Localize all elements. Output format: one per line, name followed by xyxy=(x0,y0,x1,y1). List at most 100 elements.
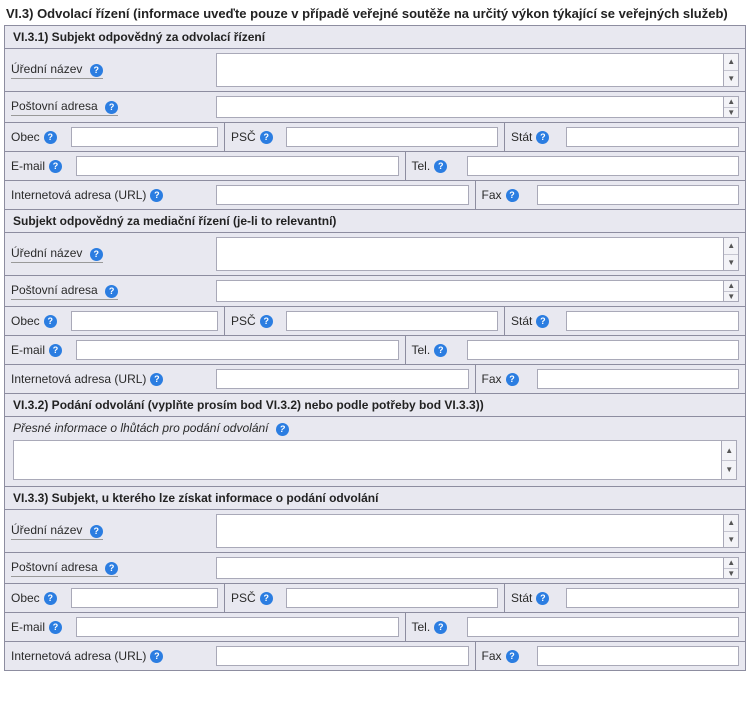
help-icon[interactable]: ? xyxy=(434,621,447,634)
vi31-fax-input[interactable] xyxy=(537,185,740,205)
vi31-email-input[interactable] xyxy=(76,156,399,176)
label-text: Internetová adresa (URL) xyxy=(11,372,146,386)
spinner-up-icon[interactable]: ▲ xyxy=(724,54,738,70)
help-icon[interactable]: ? xyxy=(434,344,447,357)
mediace-psc-label: PSČ ? xyxy=(225,307,280,335)
label-text: Stát xyxy=(511,591,532,605)
vi33-adresa-label: Poštovní adresa ? xyxy=(5,553,210,583)
mediace-stat-input[interactable] xyxy=(566,311,739,331)
spinner-down-icon[interactable]: ▼ xyxy=(722,460,736,479)
help-icon[interactable]: ? xyxy=(434,160,447,173)
vi31-stat-label: Stát ? xyxy=(505,123,560,151)
spinner-up-icon[interactable]: ▲ xyxy=(724,97,738,107)
vi31-tel-label: Tel. ? xyxy=(406,152,461,180)
vi31-tel-input-cell xyxy=(461,152,746,180)
spinner-down-icon[interactable]: ▼ xyxy=(724,254,738,270)
help-icon[interactable]: ? xyxy=(90,64,103,77)
vi33-nazev-input-cell: ▲ ▼ xyxy=(210,510,745,552)
help-icon[interactable]: ? xyxy=(260,592,273,605)
spinner-down-icon[interactable]: ▼ xyxy=(724,531,738,547)
help-icon[interactable]: ? xyxy=(44,592,57,605)
vi31-url-input[interactable] xyxy=(216,185,469,205)
mediace-adresa-row: Poštovní adresa ? ▲ ▼ xyxy=(5,276,745,307)
vi33-tel-input[interactable] xyxy=(467,617,740,637)
label-text: Obec xyxy=(11,130,40,144)
vi31-obec-input[interactable] xyxy=(71,127,218,147)
mediace-nazev-input-cell: ▲ ▼ xyxy=(210,233,745,275)
help-icon[interactable]: ? xyxy=(150,650,163,663)
vi33-nazev-input[interactable] xyxy=(216,514,723,548)
vi32-input-cell: ▲ ▼ xyxy=(13,440,737,480)
vi33-psc-input[interactable] xyxy=(286,588,498,608)
vi33-obec-row: Obec ? PSČ ? Stát ? xyxy=(5,584,745,613)
spinner-up-icon[interactable]: ▲ xyxy=(724,515,738,531)
mediace-tel-input[interactable] xyxy=(467,340,740,360)
spinner-up-icon[interactable]: ▲ xyxy=(722,441,736,460)
help-icon[interactable]: ? xyxy=(260,131,273,144)
help-icon[interactable]: ? xyxy=(49,621,62,634)
spinner-down-icon[interactable]: ▼ xyxy=(724,568,738,578)
help-icon[interactable]: ? xyxy=(44,315,57,328)
help-icon[interactable]: ? xyxy=(44,131,57,144)
spinner: ▲ ▼ xyxy=(723,96,739,118)
mediace-adresa-input[interactable] xyxy=(216,280,723,302)
spinner-up-icon[interactable]: ▲ xyxy=(724,281,738,291)
vi31-adresa-input[interactable] xyxy=(216,96,723,118)
help-icon[interactable]: ? xyxy=(90,525,103,538)
vi31-stat-input[interactable] xyxy=(566,127,739,147)
section-title: VI.3) Odvolací řízení (informace uveďte … xyxy=(6,6,746,21)
spinner-down-icon[interactable]: ▼ xyxy=(724,70,738,86)
vi33-url-row: Internetová adresa (URL) ? Fax ? xyxy=(5,642,745,670)
mediace-fax-input-cell xyxy=(531,365,746,393)
label-text: E-mail xyxy=(11,159,45,173)
mediace-fax-input[interactable] xyxy=(537,369,740,389)
help-icon[interactable]: ? xyxy=(506,373,519,386)
label-text: Obec xyxy=(11,591,40,605)
help-icon[interactable]: ? xyxy=(105,562,118,575)
mediace-nazev-input[interactable] xyxy=(216,237,723,271)
vi32-input[interactable] xyxy=(13,440,721,480)
help-icon[interactable]: ? xyxy=(150,373,163,386)
help-icon[interactable]: ? xyxy=(105,285,118,298)
help-icon[interactable]: ? xyxy=(506,189,519,202)
spinner-up-icon[interactable]: ▲ xyxy=(724,238,738,254)
help-icon[interactable]: ? xyxy=(536,592,549,605)
vi33-psc-input-cell xyxy=(280,584,505,612)
spinner-down-icon[interactable]: ▼ xyxy=(724,291,738,301)
label-text: PSČ xyxy=(231,130,256,144)
mediace-obec-input[interactable] xyxy=(71,311,218,331)
vi33-url-input[interactable] xyxy=(216,646,469,666)
help-icon[interactable]: ? xyxy=(150,189,163,202)
mediace-email-input[interactable] xyxy=(76,340,399,360)
vi31-tel-input[interactable] xyxy=(467,156,740,176)
help-icon[interactable]: ? xyxy=(90,248,103,261)
label-text: Přesné informace o lhůtách pro podání od… xyxy=(13,421,269,435)
help-icon[interactable]: ? xyxy=(506,650,519,663)
label-text: Obec xyxy=(11,314,40,328)
mediace-url-input[interactable] xyxy=(216,369,469,389)
vi33-adresa-input[interactable] xyxy=(216,557,723,579)
vi31-email-row: E-mail ? Tel. ? xyxy=(5,152,745,181)
vi33-fax-input[interactable] xyxy=(537,646,740,666)
mediace-psc-input[interactable] xyxy=(286,311,498,331)
label-text: Poštovní adresa xyxy=(11,99,98,113)
vi31-psc-input[interactable] xyxy=(286,127,498,147)
spinner-down-icon[interactable]: ▼ xyxy=(724,107,738,117)
label-text: Tel. xyxy=(412,159,431,173)
help-icon[interactable]: ? xyxy=(260,315,273,328)
vi33-email-input[interactable] xyxy=(76,617,399,637)
help-icon[interactable]: ? xyxy=(536,315,549,328)
vi33-stat-input[interactable] xyxy=(566,588,739,608)
help-icon[interactable]: ? xyxy=(536,131,549,144)
mediace-tel-label: Tel. ? xyxy=(406,336,461,364)
vi31-nazev-label: Úřední název ? xyxy=(5,49,210,91)
vi33-obec-input[interactable] xyxy=(71,588,218,608)
vi33-url-input-cell xyxy=(210,642,476,670)
spinner-up-icon[interactable]: ▲ xyxy=(724,558,738,568)
vi32-label: Přesné informace o lhůtách pro podání od… xyxy=(13,421,737,436)
help-icon[interactable]: ? xyxy=(105,101,118,114)
help-icon[interactable]: ? xyxy=(49,160,62,173)
help-icon[interactable]: ? xyxy=(49,344,62,357)
help-icon[interactable]: ? xyxy=(276,423,289,436)
vi31-nazev-input[interactable] xyxy=(216,53,723,87)
